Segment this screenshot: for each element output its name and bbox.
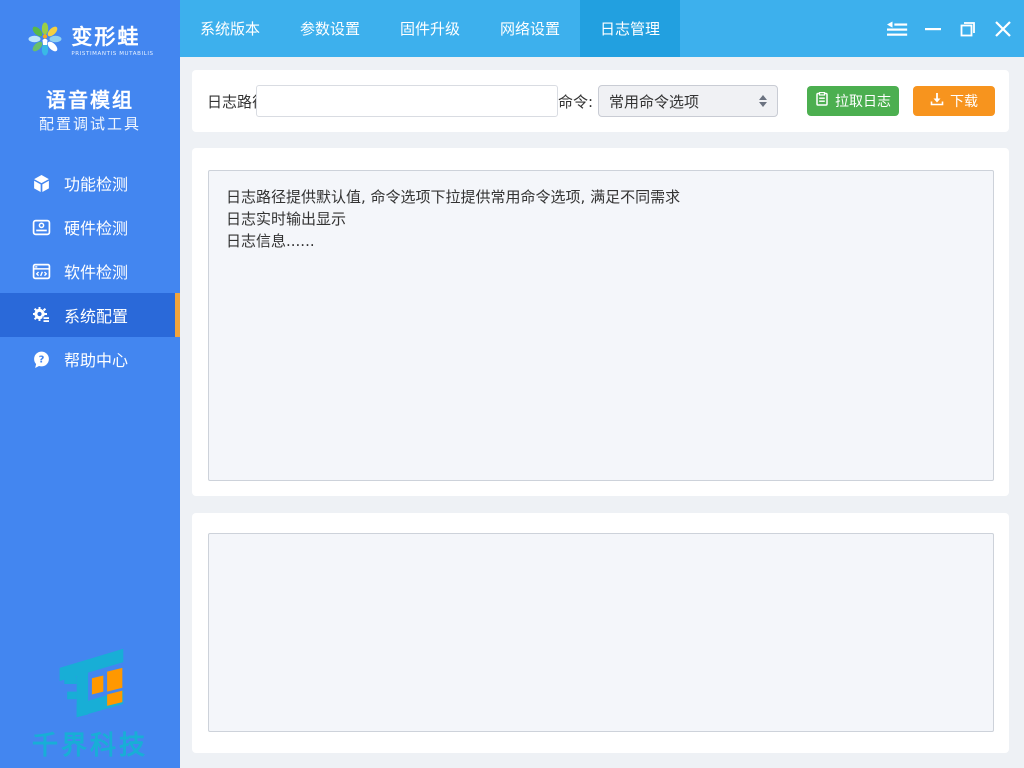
sidebar-item-software-check[interactable]: 软件检测 xyxy=(0,249,180,293)
download-icon xyxy=(930,92,944,110)
cube-icon xyxy=(31,173,51,193)
log-toolbar-card: 日志路径: 命令: 常用命令选项 拉取日志 下载 xyxy=(192,70,1009,132)
close-icon[interactable] xyxy=(992,18,1014,40)
sidebar-menu: 功能检测 硬件检测 软件检测 系统配置 ? 帮助中心 xyxy=(0,161,180,381)
sidebar: 变形蛙 PRISTIMANTIS MUTABILIS 语音模组 配置调试工具 功… xyxy=(0,0,180,768)
gear-icon xyxy=(31,305,51,325)
app-window: 变形蛙 PRISTIMANTIS MUTABILIS 语音模组 配置调试工具 功… xyxy=(0,0,1024,768)
sidebar-item-label: 功能检测 xyxy=(64,175,129,194)
window-controls xyxy=(887,0,1014,57)
sidebar-item-label: 帮助中心 xyxy=(64,351,129,370)
log-path-input[interactable] xyxy=(256,85,558,117)
brand-name: 变形蛙 xyxy=(71,25,141,49)
log-output-panel[interactable]: 日志路径提供默认值, 命令选项下拉提供常用命令选项, 满足不同需求 日志实时输出… xyxy=(208,170,994,481)
pull-log-button[interactable]: 拉取日志 xyxy=(807,86,899,116)
sidebar-item-label: 硬件检测 xyxy=(64,219,129,238)
sidebar-item-label: 软件检测 xyxy=(64,263,129,282)
secondary-output-card xyxy=(192,513,1009,753)
sidebar-item-system-config[interactable]: 系统配置 xyxy=(0,293,180,337)
log-output-card: 日志路径提供默认值, 命令选项下拉提供常用命令选项, 满足不同需求 日志实时输出… xyxy=(192,148,1009,496)
download-button-label: 下载 xyxy=(950,94,978,110)
clipboard-icon xyxy=(815,91,829,110)
tab-firmware-upgrade[interactable]: 固件升级 xyxy=(380,0,480,57)
command-select[interactable]: 常用命令选项 xyxy=(598,85,778,117)
sidebar-item-hardware-check[interactable]: 硬件检测 xyxy=(0,205,180,249)
company-name: 千界科技 xyxy=(31,731,148,761)
hardware-icon xyxy=(31,217,51,237)
pinwheel-logo-icon xyxy=(26,20,64,62)
minimize-icon[interactable] xyxy=(922,18,944,40)
command-select-value: 常用命令选项 xyxy=(609,92,700,111)
module-subtitle: 配置调试工具 xyxy=(38,115,141,133)
brand-subtitle: PRISTIMANTIS MUTABILIS xyxy=(71,51,154,57)
log-line: 日志实时输出显示 xyxy=(226,210,347,228)
command-label: 命令: xyxy=(558,92,594,111)
sidebar-item-label: 系统配置 xyxy=(64,307,129,326)
pull-log-button-label: 拉取日志 xyxy=(835,94,891,110)
sidebar-item-help-center[interactable]: ? 帮助中心 xyxy=(0,337,180,381)
tab-network-settings[interactable]: 网络设置 xyxy=(480,0,580,57)
maximize-icon[interactable] xyxy=(957,18,979,40)
tab-parameter-settings[interactable]: 参数设置 xyxy=(280,0,380,57)
tab-system-version[interactable]: 系统版本 xyxy=(180,0,280,57)
log-line: 日志路径提供默认值, 命令选项下拉提供常用命令选项, 满足不同需求 xyxy=(226,188,681,206)
software-window-icon xyxy=(31,261,51,281)
help-icon: ? xyxy=(31,349,51,369)
brand: 变形蛙 PRISTIMANTIS MUTABILIS xyxy=(0,20,180,62)
select-arrows-icon xyxy=(759,95,767,107)
main-content: 日志路径: 命令: 常用命令选项 拉取日志 下载 日志路径提供默认值, 命令选项… xyxy=(180,57,1024,768)
svg-text:?: ? xyxy=(38,354,44,365)
module-title: 语音模组 xyxy=(46,88,134,112)
download-button[interactable]: 下载 xyxy=(913,86,995,116)
log-line: 日志信息...... xyxy=(226,232,315,250)
company-watermark: 千界科技 —CHANGE— xyxy=(0,645,180,768)
top-navigation: 系统版本 参数设置 固件升级 网络设置 日志管理 xyxy=(180,0,1024,57)
collapse-menu-icon[interactable] xyxy=(887,18,909,40)
sidebar-item-function-check[interactable]: 功能检测 xyxy=(0,161,180,205)
tab-log-management[interactable]: 日志管理 xyxy=(580,0,680,57)
secondary-output-panel[interactable] xyxy=(208,533,994,732)
